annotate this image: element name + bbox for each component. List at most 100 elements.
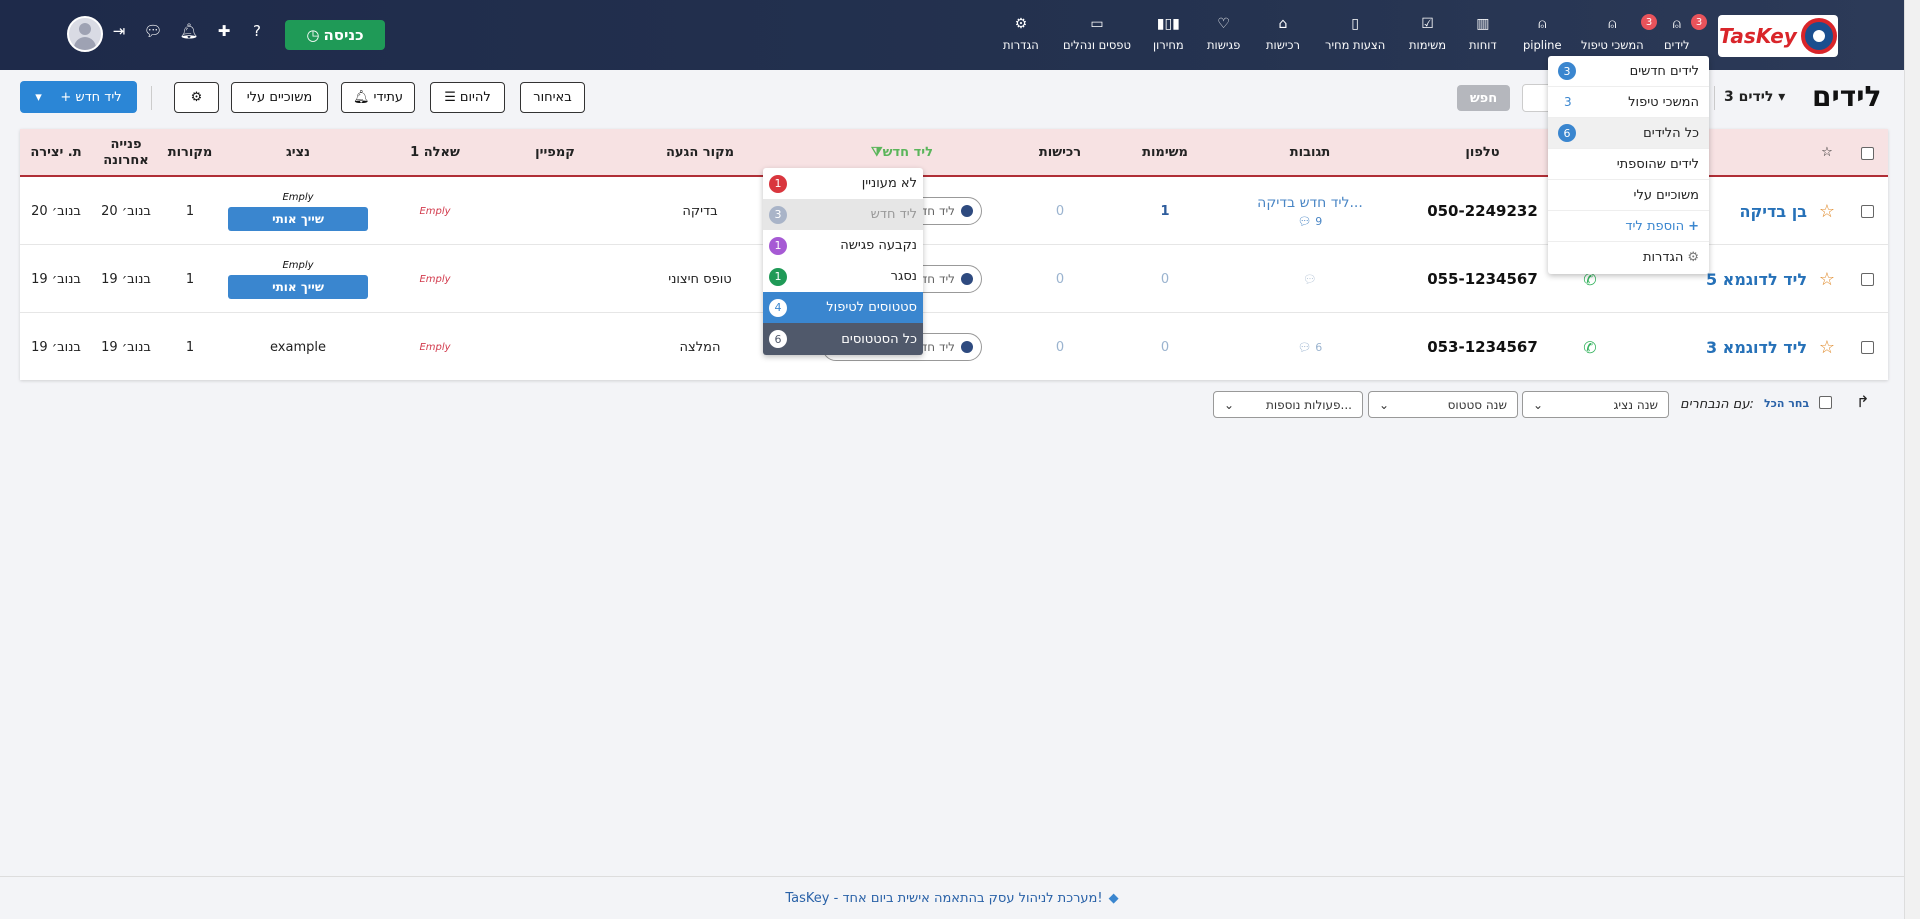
new-lead-button[interactable]: ▾ + ליד חדש (20, 81, 137, 113)
assign-me-button[interactable]: שייך אותי (228, 274, 368, 299)
future-button[interactable]: 🔔︎ עתידי (341, 82, 415, 113)
plus-icon[interactable]: ✚ (214, 22, 234, 40)
status-option-meeting-set[interactable]: 1 נקבעה פגישה (763, 230, 923, 261)
th-origins[interactable]: מקורות (160, 129, 220, 177)
status-dot (961, 341, 973, 353)
leads-menu-all[interactable]: 6 כל הלידים (1548, 118, 1709, 149)
nav-tasks[interactable]: ☑ משימות (1409, 16, 1446, 52)
comments-cell[interactable]: ליד חדש בדיקה... 💬︎ 9 (1230, 177, 1390, 245)
select-all-checkbox[interactable] (1819, 396, 1832, 413)
status-option-label: לא מעוניין (861, 176, 917, 191)
login-icon[interactable]: ⇥ (109, 22, 129, 40)
nav-quotes-label: הצעות מחיר (1325, 38, 1386, 52)
bell-icon[interactable]: 🔔︎ (179, 22, 199, 40)
tasks-count[interactable]: 0 (1110, 245, 1220, 313)
status-option-all[interactable]: 6 כל הסטטוסים (763, 323, 923, 355)
comment-preview[interactable]: ליד חדש בדיקה... (1257, 195, 1363, 211)
nav-pricelist[interactable]: ▮▯▮ מחירון (1153, 16, 1184, 52)
leads-menu-settings[interactable]: הגדרות ⚙ (1548, 242, 1709, 273)
more-actions-select[interactable]: ⌄ פעולות נוספות... (1213, 391, 1363, 418)
nav-leads-badge: 3 (1691, 14, 1707, 30)
status-count-badge: 6 (769, 330, 787, 348)
nav-meetings-label: פגישות (1207, 38, 1241, 52)
change-agent-select[interactable]: ⌄ שנה נציג (1522, 391, 1669, 418)
question-1[interactable]: Emply (380, 177, 490, 245)
status-option-closed[interactable]: 1 נסגר (763, 261, 923, 292)
comments-cell[interactable]: 💬︎ (1230, 245, 1390, 313)
leads-count-dropdown[interactable]: 3 לידים ▾ (1724, 89, 1785, 105)
tasks-count[interactable]: 1 (1110, 177, 1220, 245)
today-button[interactable]: ☰ להיום (430, 82, 505, 113)
nav-meetings[interactable]: ♡ פגישות (1207, 16, 1240, 52)
bulk-arrow-icon: ↱ (1856, 392, 1870, 411)
caret-down-icon: ▾ (1778, 89, 1786, 105)
question-1[interactable]: Emply (380, 313, 490, 381)
th-phone[interactable]: טלפון (1400, 129, 1565, 177)
leads-menu-add-lead[interactable]: הוספת ליד + (1548, 211, 1709, 242)
th-last-contact[interactable]: פנייה אחרונה (92, 129, 160, 177)
leads-menu-label: הגדרות (1642, 250, 1684, 265)
agent-cell: Emply שייך אותי (228, 245, 368, 313)
footer: TasKey - מערכת לניהול עסק בהתאמה אישית ב… (0, 876, 1904, 919)
th-created[interactable]: ת. יצירה (20, 129, 92, 177)
th-agent[interactable]: נציג (228, 129, 368, 177)
star-icon[interactable]: ☆ (1807, 177, 1847, 245)
whatsapp-icon[interactable]: ✆ (1565, 313, 1615, 381)
th-source[interactable]: מקור הגעה (620, 129, 780, 177)
th-purchases[interactable]: רכישות (1010, 129, 1110, 177)
th-tags[interactable]: תגובות (1230, 129, 1390, 177)
help-icon[interactable]: ? (247, 22, 267, 40)
search-button[interactable]: חפש (1457, 85, 1510, 111)
assigned-to-me-button[interactable]: משוכיים עלי (231, 82, 328, 113)
status-option-to-handle[interactable]: 4 סטטוסים לטיפול (763, 292, 923, 323)
nav-quotes[interactable]: ▯ הצעות מחיר (1325, 16, 1385, 52)
leads-menu-assigned-to-me[interactable]: משוכיים עלי (1548, 180, 1709, 211)
star-icon[interactable]: ☆ (1807, 245, 1847, 313)
question-1[interactable]: Emply (380, 245, 490, 313)
change-status-label: שנה סטטוס (1447, 397, 1507, 412)
lead-name-link[interactable]: ליד לדוגמא 3 (1660, 313, 1807, 381)
purchases-count[interactable]: 0 (1010, 177, 1110, 245)
purchases-count[interactable]: 0 (1010, 245, 1110, 313)
star-icon[interactable]: ☆ (1807, 313, 1847, 381)
nav-followups[interactable]: ⍝ המשכי טיפול (1581, 16, 1644, 52)
assigned-button-label: משוכיים עלי (246, 90, 313, 105)
row-checkbox[interactable] (1847, 313, 1887, 381)
assign-me-button[interactable]: שייך אותי (228, 206, 368, 231)
th-question[interactable]: שאלה 1 (380, 129, 490, 177)
change-status-select[interactable]: ⌄ שנה סטטוס (1368, 391, 1518, 418)
status-option-not-interested[interactable]: 1 לא מעוניין (763, 168, 923, 199)
comments-cell[interactable]: 💬︎ 6 (1230, 313, 1390, 381)
status-dot (961, 205, 973, 217)
th-last-contact-line1: פנייה (110, 137, 142, 152)
select-all-label[interactable]: בחר הכל (1764, 397, 1809, 410)
tasks-count[interactable]: 0 (1110, 313, 1220, 381)
page-scrollbar[interactable] (1904, 0, 1920, 919)
logo[interactable]: TasKey (1718, 15, 1838, 57)
select-all-checkbox-header[interactable] (1847, 129, 1887, 177)
enter-button[interactable]: ◷ כניסה (285, 20, 385, 50)
leads-menu-added-by-me[interactable]: לידים שהוספתי (1548, 149, 1709, 180)
settings-gears-button[interactable]: ⚙ (174, 82, 219, 113)
table-row[interactable]: ☆ ליד לדוגמא 3 ✆ 053-1234567 💬︎ 6 0 0 לי… (20, 313, 1888, 381)
th-tasks[interactable]: משימות (1110, 129, 1220, 177)
chat-icon[interactable]: 💬︎ (143, 22, 163, 40)
leads-menu-followups[interactable]: 3 המשכי טיפול (1548, 87, 1709, 118)
purchases-count[interactable]: 0 (1010, 313, 1110, 381)
row-checkbox[interactable] (1847, 177, 1887, 245)
star-header-icon[interactable]: ☆ (1807, 129, 1847, 177)
late-button[interactable]: באיחור (520, 82, 585, 113)
avatar[interactable] (67, 16, 103, 52)
nav-reports[interactable]: ▥ דוחות (1469, 16, 1497, 52)
leads-menu-new[interactable]: 3 לידים חדשים (1548, 56, 1709, 87)
status-option-new-lead[interactable]: 3 ליד חדש (763, 199, 923, 230)
phone: 053-1234567 (1427, 338, 1538, 356)
nav-pipline[interactable]: ⍝ pipline (1523, 16, 1562, 52)
nav-forms[interactable]: ▭ טפסים ונהלים (1063, 16, 1131, 52)
nav-purchases[interactable]: ⌂ רכישות (1266, 16, 1300, 52)
nav-settings[interactable]: ⚙ הגדרות (1003, 16, 1039, 52)
th-campaign[interactable]: קמפיין (500, 129, 610, 177)
row-checkbox[interactable] (1847, 245, 1887, 313)
nav-leads[interactable]: ⍝ לידים (1664, 16, 1690, 52)
origins-count: 1 (185, 339, 195, 355)
